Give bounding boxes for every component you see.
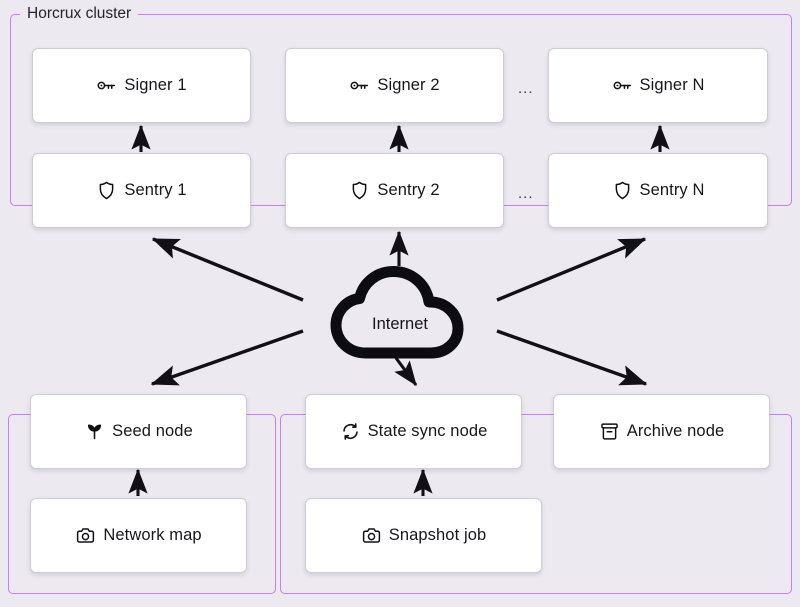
node-label: Seed node	[112, 422, 193, 440]
node-label: Network map	[103, 526, 202, 544]
camera-icon	[361, 525, 382, 546]
node-label: Sentry 2	[377, 181, 440, 199]
sync-icon	[340, 421, 361, 442]
sprout-icon	[84, 421, 105, 442]
node-archive-node[interactable]: Archive node	[553, 394, 770, 469]
node-label: State sync node	[367, 422, 488, 440]
node-snapshot-job[interactable]: Snapshot job	[305, 498, 542, 573]
node-label: Signer N	[639, 76, 705, 94]
node-seed-node[interactable]: Seed node	[30, 394, 247, 469]
node-network-map[interactable]: Network map	[30, 498, 247, 573]
node-sentry-1[interactable]: Sentry 1	[32, 153, 251, 228]
cloud-icon	[330, 266, 464, 359]
node-label: Snapshot job	[388, 526, 487, 544]
sentries-ellipsis: ...	[518, 185, 534, 202]
group-horcrux-cluster-label: Horcrux cluster	[20, 6, 139, 22]
node-label: Sentry N	[639, 181, 705, 199]
key-icon	[349, 75, 370, 96]
node-sentry-2[interactable]: Sentry 2	[285, 153, 504, 228]
camera-icon	[75, 525, 96, 546]
node-label: Sentry 1	[124, 181, 187, 199]
node-label: Archive node	[626, 422, 725, 440]
internet-label: Internet	[372, 315, 428, 333]
node-label: Signer 2	[377, 76, 440, 94]
node-signer-1[interactable]: Signer 1	[32, 48, 251, 123]
node-state-sync-node[interactable]: State sync node	[305, 394, 522, 469]
signers-ellipsis: ...	[518, 80, 534, 97]
node-sentry-n[interactable]: Sentry N	[548, 153, 768, 228]
shield-icon	[96, 180, 117, 201]
shield-icon	[612, 180, 633, 201]
node-label: Signer 1	[124, 76, 187, 94]
key-icon	[96, 75, 117, 96]
node-signer-n[interactable]: Signer N	[548, 48, 768, 123]
diagram-canvas: Horcrux cluster Internet Signer 1 Signer…	[0, 0, 800, 607]
key-icon	[612, 75, 633, 96]
archive-icon	[599, 421, 620, 442]
shield-icon	[349, 180, 370, 201]
node-signer-2[interactable]: Signer 2	[285, 48, 504, 123]
